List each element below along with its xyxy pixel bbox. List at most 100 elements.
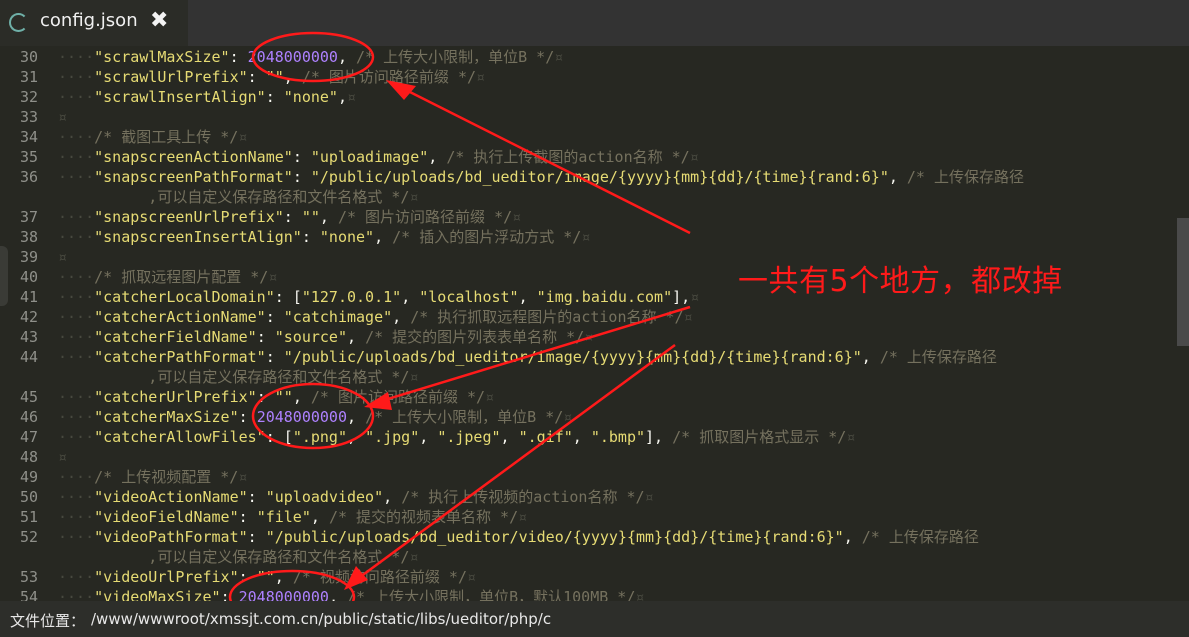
code-text[interactable]: ····"catcherUrlPrefix": "", /* 图片访问路径前缀 …	[58, 387, 494, 407]
code-text[interactable]: ····"catcherLocalDomain": ["127.0.0.1", …	[58, 287, 699, 307]
line-number: 54	[19, 588, 38, 601]
line-number: 30	[19, 48, 38, 66]
code-line[interactable]: ,可以自定义保存路径和文件名格式 */¤	[0, 547, 1189, 567]
token-num: 2048000000	[247, 48, 338, 66]
code-text[interactable]: ····"videoPathFormat": "/public/uploads/…	[58, 527, 979, 547]
close-icon[interactable]: ✖	[150, 8, 168, 33]
code-text[interactable]: ,可以自定义保存路径和文件名格式 */¤	[58, 187, 418, 207]
code-text[interactable]: ····"catcherActionName": "catchimage", /…	[58, 307, 693, 327]
code-text[interactable]: ¤	[58, 107, 67, 127]
code-line[interactable]: 51 ····"videoFieldName": "file", /* 提交的视频…	[0, 507, 1189, 527]
code-text[interactable]: ····"catcherMaxSize": 2048000000, /* 上传大…	[58, 407, 572, 427]
code-text[interactable]: ····"snapscreenInsertAlign": "none", /* …	[58, 227, 590, 247]
code-text[interactable]: ····"snapscreenUrlPrefix": "", /* 图片访问路径…	[58, 207, 521, 227]
token-punc: ,	[392, 308, 411, 326]
code-line[interactable]: 50 ····"videoActionName": "uploadvideo", …	[0, 487, 1189, 507]
code-text[interactable]: ····/* 上传视频配置 */¤	[58, 467, 247, 487]
code-text[interactable]: ,可以自定义保存路径和文件名格式 */¤	[58, 367, 418, 387]
token-punc: ,	[337, 48, 357, 66]
code-text[interactable]: ····"catcherPathFormat": "/public/upload…	[58, 347, 997, 367]
code-line[interactable]: 52 ····"videoPathFormat": "/public/upload…	[0, 527, 1189, 547]
line-number: 43	[19, 328, 38, 346]
code-line[interactable]: 44 ····"catcherPathFormat": "/public/uplo…	[0, 347, 1189, 367]
code-line[interactable]: 48 ¤	[0, 447, 1189, 467]
token-key: "catcherMaxSize"	[94, 408, 239, 426]
token-cmt: /* 上传大小限制，单位B */	[356, 48, 555, 66]
code-line[interactable]: ,可以自定义保存路径和文件名格式 */¤	[0, 367, 1189, 387]
code-line[interactable]: 36 ····"snapscreenPathFormat": "/public/u…	[0, 167, 1189, 187]
code-line[interactable]: 45 ····"catcherUrlPrefix": "", /* 图片访问路径前…	[0, 387, 1189, 407]
token-punc: ,	[283, 68, 302, 86]
code-line[interactable]: 30 ····"scrawlMaxSize": 2048000000, /* 上传…	[0, 47, 1189, 67]
code-line[interactable]: 49 ····/* 上传视频配置 */¤	[0, 467, 1189, 487]
token-nl: ¤	[476, 68, 486, 86]
code-text[interactable]: ····/* 截图工具上传 */¤	[58, 127, 247, 147]
code-text[interactable]: ····"videoUrlPrefix": "", /* 视频访问路径前缀 */…	[58, 567, 476, 587]
token-key: "scrawlMaxSize"	[94, 48, 230, 66]
code-line[interactable]: 43 ····"catcherFieldName": "source", /* 提…	[0, 327, 1189, 347]
code-text[interactable]: ····"scrawlMaxSize": 2048000000, /* 上传大小…	[58, 47, 563, 67]
code-line[interactable]: 35 ····"snapscreenActionName": "uploadima…	[0, 147, 1189, 167]
token-punc: ,	[347, 408, 366, 426]
code-line[interactable]: 53 ····"videoUrlPrefix": "", /* 视频访问路径前缀 …	[0, 567, 1189, 587]
token-str: "127.0.0.1"	[301, 288, 402, 306]
code-line[interactable]: 38 ····"snapscreenInsertAlign": "none", /…	[0, 227, 1189, 247]
code-line[interactable]: 42 ····"catcherActionName": "catchimage",…	[0, 307, 1189, 327]
tab-title[interactable]: config.json	[40, 10, 138, 31]
code-text[interactable]: ····"catcherAllowFiles": [".png", ".jpg"…	[58, 427, 855, 447]
code-text[interactable]: ····"scrawlUrlPrefix": "", /* 图片访问路径前缀 *…	[58, 67, 485, 87]
token-punc: :	[220, 588, 239, 601]
file-type-icon	[9, 13, 28, 32]
token-punc: ,	[401, 288, 420, 306]
tab-config-json[interactable]: config.json ✖	[0, 0, 188, 46]
token-ws: ····	[58, 488, 95, 506]
token-nl: ¤	[689, 148, 699, 166]
line-number: 47	[19, 428, 38, 446]
token-ws: ····	[58, 308, 95, 326]
code-text[interactable]: ····"snapscreenActionName": "uploadimage…	[58, 147, 699, 167]
code-line[interactable]: 54 ····"videoMaxSize": 2048000000, /* 上传大…	[0, 587, 1189, 601]
code-line[interactable]: 37 ····"snapscreenUrlPrefix": "", /* 图片访问…	[0, 207, 1189, 227]
token-punc: ,	[428, 148, 447, 166]
code-text[interactable]: ····/* 抓取远程图片配置 */¤	[58, 267, 277, 287]
token-nl: ¤	[635, 588, 645, 601]
token-key: "catcherUrlPrefix"	[94, 388, 257, 406]
code-editor[interactable]: 30 ····"scrawlMaxSize": 2048000000, /* 上传…	[0, 46, 1189, 601]
code-text[interactable]: ····"catcherFieldName": "source", /* 提交的…	[58, 327, 593, 347]
token-ws: ····	[58, 48, 95, 66]
code-text[interactable]: ····"snapscreenPathFormat": "/public/upl…	[58, 167, 1024, 187]
code-text[interactable]: ····"videoActionName": "uploadvideo", /*…	[58, 487, 654, 507]
code-text[interactable]: ¤	[58, 247, 67, 267]
code-text[interactable]: ····"videoFieldName": "file", /* 提交的视频表单…	[58, 507, 527, 527]
code-text[interactable]: ,可以自定义保存路径和文件名格式 */¤	[58, 547, 418, 567]
vertical-scrollbar-thumb[interactable]	[1177, 218, 1189, 346]
token-key: "snapscreenActionName"	[94, 148, 293, 166]
status-bar: 文件位置： /www/wwwroot/xmssjt.com.cn/public/…	[0, 601, 1189, 637]
code-line[interactable]: 46 ····"catcherMaxSize": 2048000000, /* 上…	[0, 407, 1189, 427]
code-text[interactable]: ····"videoMaxSize": 2048000000, /* 上传大小限…	[58, 587, 644, 601]
code-text[interactable]: ¤	[58, 447, 67, 467]
token-ws: ····	[58, 568, 95, 586]
token-punc: :	[301, 228, 320, 246]
line-number: 52	[19, 528, 38, 546]
token-cmt: /* 上传大小限制，单位B */	[365, 408, 564, 426]
token-key: "catcherPathFormat"	[94, 348, 266, 366]
token-cmt: /* 执行上传视频的action名称 */	[401, 488, 645, 506]
token-nl: ¤	[238, 128, 248, 146]
code-line[interactable]: 47 ····"catcherAllowFiles": [".png", ".jp…	[0, 427, 1189, 447]
code-line[interactable]: 31 ····"scrawlUrlPrefix": "", /* 图片访问路径前缀…	[0, 67, 1189, 87]
token-key: "videoFieldName"	[94, 508, 239, 526]
token-punc: : [	[265, 428, 293, 446]
token-punc: :	[292, 148, 311, 166]
code-line[interactable]: 32 ····"scrawlInsertAlign": "none",¤	[0, 87, 1189, 107]
line-number: 53	[19, 568, 38, 586]
code-line[interactable]: ,可以自定义保存路径和文件名格式 */¤	[0, 187, 1189, 207]
token-nl: ¤	[690, 288, 700, 306]
line-number: 51	[19, 508, 38, 526]
token-cmt: /* 图片访问路径前缀 */	[310, 388, 486, 406]
code-text[interactable]: ····"scrawlInsertAlign": "none",¤	[58, 87, 356, 107]
code-line[interactable]: 33 ¤	[0, 107, 1189, 127]
code-line[interactable]: 34 ····/* 截图工具上传 */¤	[0, 127, 1189, 147]
token-punc: ,	[419, 428, 438, 446]
token-ws: ····	[58, 388, 95, 406]
